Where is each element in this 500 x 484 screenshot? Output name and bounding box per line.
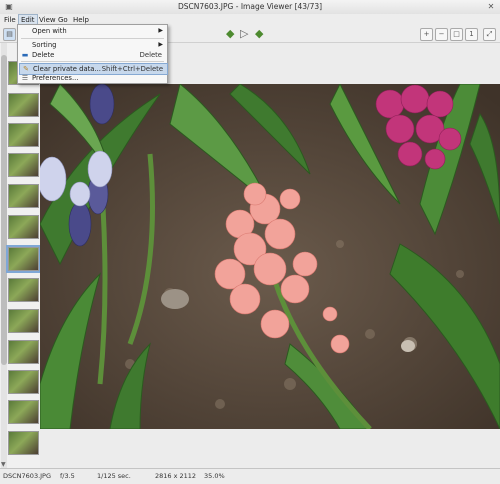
thumbnail[interactable] <box>8 309 39 333</box>
zoom-fit-icon[interactable]: □ <box>450 28 463 41</box>
thumbnail[interactable] <box>8 278 39 302</box>
viewer-background-bottom <box>40 429 500 468</box>
menu-file[interactable]: File <box>2 15 18 25</box>
close-icon[interactable]: ✕ <box>485 1 497 13</box>
submenu-arrow-icon: ▶ <box>158 27 163 34</box>
scroll-down-icon[interactable]: ▼ <box>1 461 6 468</box>
menu-separator <box>21 38 164 39</box>
thumbnail-strip[interactable]: ▼ <box>0 43 45 468</box>
status-bar: DSCN7603.JPG f/3.5 1/125 sec. 2816 x 211… <box>0 468 500 484</box>
main-image[interactable] <box>40 84 500 429</box>
status-dimensions: 2816 x 2112 <box>155 472 197 480</box>
menu-separator <box>21 61 164 62</box>
menu-item-delete[interactable]: ▬ Delete Delete <box>19 50 166 60</box>
thumbnail[interactable] <box>8 340 39 364</box>
menu-item-label: Delete <box>32 51 55 59</box>
menu-item-accelerator: Delete <box>139 51 162 59</box>
thumbnail[interactable] <box>8 184 39 208</box>
zoom-in-icon[interactable]: + <box>420 28 433 41</box>
fullscreen-icon[interactable]: ⤢ <box>483 28 496 41</box>
status-exposure: 1/125 sec. <box>97 472 131 480</box>
broom-icon: ✎ <box>23 65 29 73</box>
back-icon[interactable]: ◆ <box>226 28 234 39</box>
thumbnail[interactable] <box>8 123 39 147</box>
delete-icon: ▬ <box>21 51 29 59</box>
status-zoom: 35.0% <box>204 472 225 480</box>
forward-icon[interactable]: ◆ <box>255 28 263 39</box>
open-folder-icon[interactable]: ▤ <box>3 28 16 41</box>
thumbnail-selected[interactable] <box>6 245 41 273</box>
menu-item-preferences[interactable]: ☰ Preferences... <box>19 73 166 83</box>
edit-menu-dropdown: Open with ▶ Sorting ▶ ▬ Delete Delete ✎ … <box>17 24 168 84</box>
thumbnail[interactable] <box>8 93 39 117</box>
zoom-100-icon[interactable]: 1 <box>465 28 478 41</box>
title-bar: ▣ DSCN7603.JPG - Image Viewer [43/73] ✕ <box>0 0 500 15</box>
thumbnail-scrollbar-thumb[interactable] <box>1 55 7 365</box>
window-title: DSCN7603.JPG - Image Viewer [43/73] <box>177 2 323 11</box>
zoom-out-icon[interactable]: − <box>435 28 448 41</box>
menu-item-label: Open with <box>32 27 67 35</box>
menu-item-sorting[interactable]: Sorting ▶ <box>19 40 166 50</box>
thumbnail[interactable] <box>8 215 39 239</box>
menu-item-label: Preferences... <box>32 74 79 82</box>
flower-photo <box>40 84 500 429</box>
menu-item-open-with[interactable]: Open with ▶ <box>19 26 166 36</box>
thumbnail[interactable] <box>8 153 39 177</box>
status-filename: DSCN7603.JPG <box>3 472 52 480</box>
preferences-icon: ☰ <box>21 74 29 82</box>
submenu-arrow-icon: ▶ <box>158 41 163 48</box>
slideshow-play-icon[interactable]: ▷ <box>240 28 248 39</box>
status-aperture: f/3.5 <box>60 472 75 480</box>
menu-item-label: Sorting <box>32 41 57 49</box>
thumbnail[interactable] <box>8 431 39 455</box>
thumbnail[interactable] <box>8 370 39 394</box>
thumbnail[interactable] <box>8 400 39 424</box>
